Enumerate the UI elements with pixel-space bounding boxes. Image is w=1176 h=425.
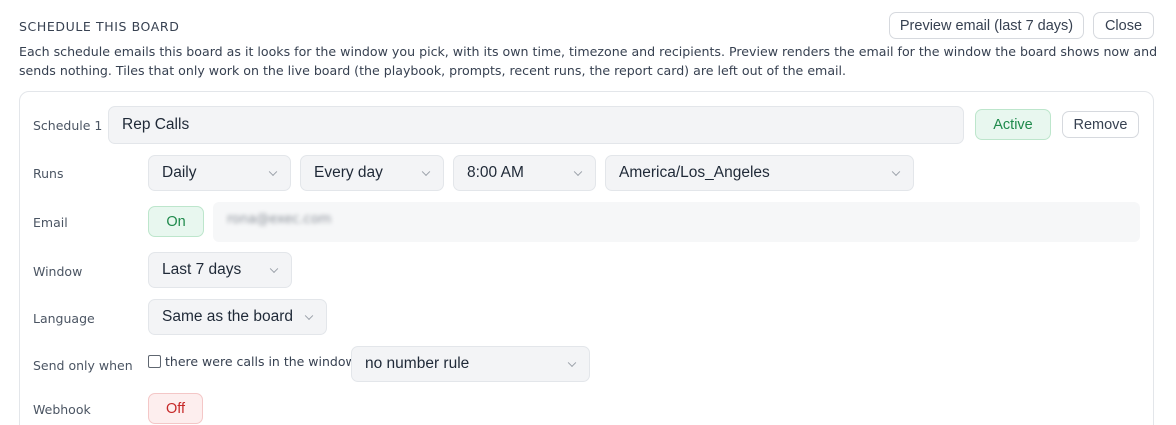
calls-checkbox[interactable] — [148, 355, 161, 368]
language-select[interactable]: Same as the board — [148, 299, 327, 335]
webhook-label: Webhook — [33, 402, 91, 417]
days-select[interactable]: Every day — [300, 155, 444, 191]
number-rule-select[interactable]: no number rule — [351, 346, 590, 382]
schedule-name-input[interactable]: Rep Calls — [108, 106, 964, 144]
timezone-select[interactable]: America/Los_Angeles — [605, 155, 914, 191]
schedule-label: Schedule 1 — [33, 118, 103, 133]
chevron-down-icon — [567, 358, 577, 368]
timezone-value: America/Los_Angeles — [619, 164, 770, 181]
chevron-down-icon — [421, 167, 431, 177]
status-badge[interactable]: Active — [975, 109, 1051, 140]
email-recipients-input[interactable]: rona@exec.com — [213, 202, 1140, 242]
window-label: Window — [33, 264, 83, 279]
number-rule-value: no number rule — [365, 355, 470, 372]
send-condition-checkbox-row[interactable]: there were calls in the window — [148, 354, 356, 369]
chevron-down-icon — [891, 167, 901, 177]
send-only-when-label: Send only when — [33, 358, 133, 373]
remove-button[interactable]: Remove — [1062, 111, 1139, 138]
runs-label: Runs — [33, 166, 64, 181]
time-value: 8:00 AM — [467, 164, 524, 181]
window-select[interactable]: Last 7 days — [148, 252, 292, 288]
email-label: Email — [33, 215, 68, 230]
time-select[interactable]: 8:00 AM — [453, 155, 596, 191]
language-label: Language — [33, 311, 95, 326]
chevron-down-icon — [269, 264, 279, 274]
preview-email-button[interactable]: Preview email (last 7 days) — [889, 12, 1084, 39]
chevron-down-icon — [573, 167, 583, 177]
chevron-down-icon — [268, 167, 278, 177]
schedule-panel: SCHEDULE THIS BOARD Preview email (last … — [0, 0, 1176, 425]
frequency-value: Daily — [162, 164, 197, 181]
calls-checkbox-label: there were calls in the window — [165, 354, 356, 369]
panel-title: SCHEDULE THIS BOARD — [19, 19, 180, 34]
window-value: Last 7 days — [162, 261, 242, 278]
webhook-toggle[interactable]: Off — [148, 393, 203, 424]
frequency-select[interactable]: Daily — [148, 155, 291, 191]
chevron-down-icon — [304, 311, 314, 321]
panel-description: Each schedule emails this board as it lo… — [19, 44, 1158, 78]
language-value: Same as the board — [162, 308, 293, 325]
email-toggle[interactable]: On — [148, 206, 204, 237]
close-button[interactable]: Close — [1093, 12, 1154, 39]
days-value: Every day — [314, 164, 383, 181]
email-recipient-value: rona@exec.com — [227, 212, 332, 227]
